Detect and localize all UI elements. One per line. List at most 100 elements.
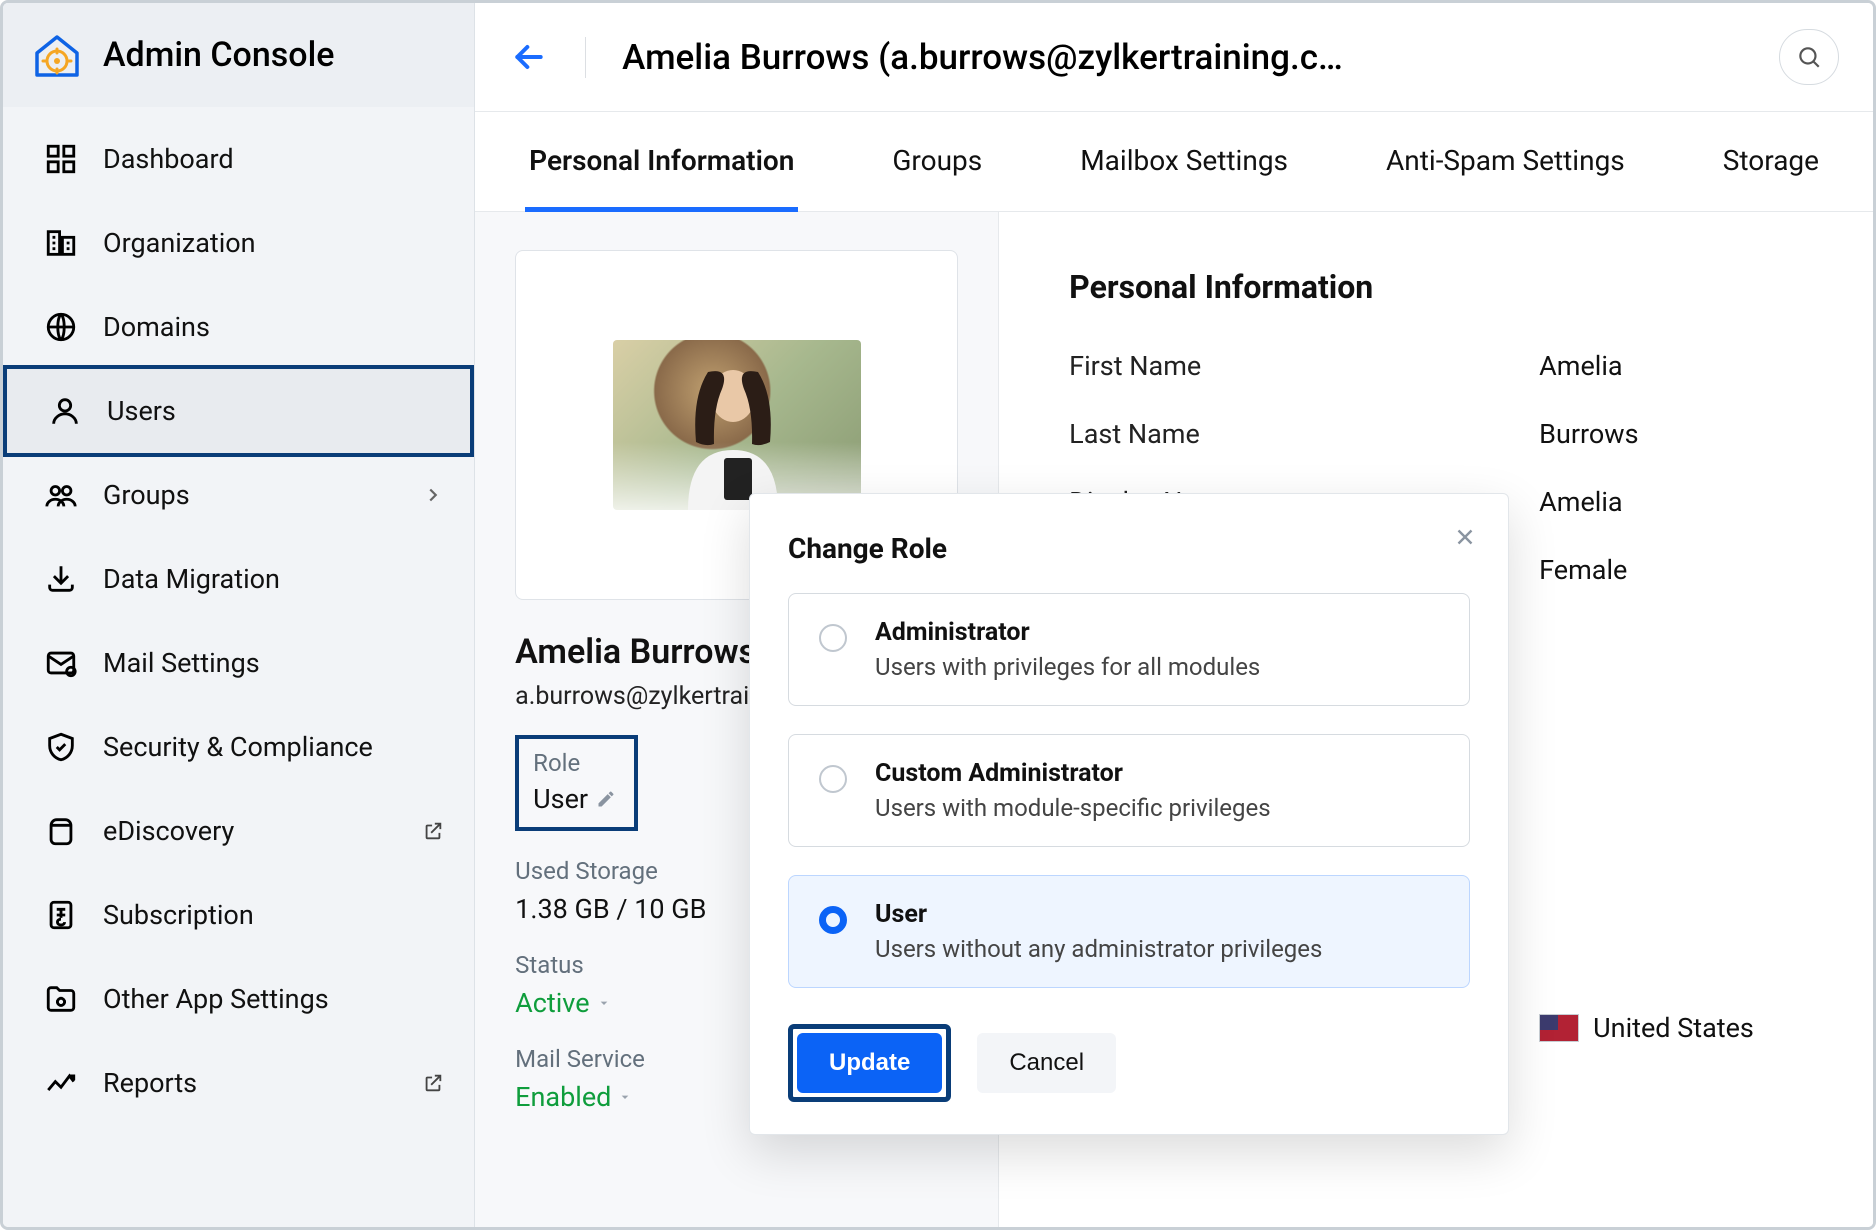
tab-label: Groups — [892, 144, 982, 177]
sidebar-item-security[interactable]: Security & Compliance — [3, 705, 474, 789]
sidebar-item-label: Dashboard — [103, 143, 234, 175]
update-button[interactable]: Update — [797, 1033, 942, 1093]
pi-val: United States — [1593, 1012, 1754, 1044]
pi-val: Amelia — [1539, 486, 1622, 518]
search-button[interactable] — [1779, 29, 1839, 85]
tab-storage[interactable]: Storage — [1719, 112, 1823, 211]
radio-icon — [819, 906, 847, 934]
pi-row-last-name: Last Name Burrows — [1069, 418, 1803, 450]
role-option-user[interactable]: User Users without any administrator pri… — [788, 875, 1470, 988]
sidebar-item-label: Other App Settings — [103, 983, 329, 1015]
sidebar-item-label: Subscription — [103, 899, 254, 931]
sidebar-item-mail-settings[interactable]: Mail Settings — [3, 621, 474, 705]
app-logo-icon — [33, 31, 81, 79]
sidebar: Admin Console Dashboard Organization Dom… — [3, 3, 475, 1227]
external-link-icon — [422, 1072, 444, 1094]
back-button[interactable] — [509, 37, 549, 77]
sidebar-item-label: Domains — [103, 311, 210, 343]
sidebar-item-subscription[interactable]: Subscription — [3, 873, 474, 957]
section-heading: Personal Information — [1069, 268, 1803, 306]
edit-icon[interactable] — [596, 789, 616, 809]
pi-val: Burrows — [1539, 418, 1638, 450]
tab-groups[interactable]: Groups — [888, 112, 986, 211]
sidebar-item-reports[interactable]: Reports — [3, 1041, 474, 1125]
modal-title: Change Role — [788, 532, 1470, 565]
sidebar-item-data-migration[interactable]: Data Migration — [3, 537, 474, 621]
pi-val: Amelia — [1539, 350, 1622, 382]
tabs: Personal Information Groups Mailbox Sett… — [475, 112, 1873, 212]
tab-personal-information[interactable]: Personal Information — [525, 112, 798, 212]
radio-icon — [819, 765, 847, 793]
update-button-highlight: Update — [788, 1024, 951, 1102]
ediscovery-icon — [43, 813, 79, 849]
option-title: Custom Administrator — [875, 759, 1271, 788]
external-link-icon — [422, 820, 444, 842]
role-value: User — [533, 783, 588, 815]
tab-label: Storage — [1723, 144, 1819, 177]
caret-down-icon[interactable] — [596, 995, 612, 1011]
sidebar-item-label: Data Migration — [103, 563, 280, 595]
mail-settings-icon — [43, 645, 79, 681]
sidebar-item-groups[interactable]: Groups — [3, 453, 474, 537]
domains-icon — [43, 309, 79, 345]
data-migration-icon — [43, 561, 79, 597]
app-title: Admin Console — [103, 35, 334, 75]
role-label: Role — [533, 749, 616, 777]
groups-icon — [43, 477, 79, 513]
role-option-custom-admin[interactable]: Custom Administrator Users with module-s… — [788, 734, 1470, 847]
caret-down-icon[interactable] — [617, 1089, 633, 1105]
sidebar-item-users[interactable]: Users — [3, 365, 474, 457]
shield-icon — [43, 729, 79, 765]
sidebar-item-label: Users — [107, 395, 176, 427]
sidebar-nav: Dashboard Organization Domains Users — [3, 107, 474, 1125]
option-desc: Users with privileges for all modules — [875, 653, 1260, 681]
tab-mailbox-settings[interactable]: Mailbox Settings — [1076, 112, 1292, 211]
sidebar-item-label: Groups — [103, 479, 190, 511]
option-title: Administrator — [875, 618, 1260, 647]
radio-icon — [819, 624, 847, 652]
reports-icon — [43, 1065, 79, 1101]
option-title: User — [875, 900, 1322, 929]
kv-value: Enabled — [515, 1081, 611, 1113]
sidebar-item-domains[interactable]: Domains — [3, 285, 474, 369]
pi-key: Last Name — [1069, 418, 1539, 450]
role-field[interactable]: Role User — [515, 735, 638, 831]
sidebar-item-dashboard[interactable]: Dashboard — [3, 117, 474, 201]
topbar: Amelia Burrows (a.burrows@zylkertraining… — [475, 3, 1873, 112]
chevron-right-icon — [422, 484, 444, 506]
sidebar-item-label: eDiscovery — [103, 815, 234, 847]
search-icon — [1796, 44, 1822, 70]
option-desc: Users without any administrator privileg… — [875, 935, 1322, 963]
other-app-settings-icon — [43, 981, 79, 1017]
avatar-photo — [613, 340, 861, 510]
modal-actions: Update Cancel — [788, 1024, 1470, 1102]
sidebar-header: Admin Console — [3, 3, 474, 107]
option-desc: Users with module-specific privileges — [875, 794, 1271, 822]
sidebar-item-organization[interactable]: Organization — [3, 201, 474, 285]
sidebar-item-label: Mail Settings — [103, 647, 260, 679]
pi-key: First Name — [1069, 350, 1539, 382]
cancel-button[interactable]: Cancel — [977, 1033, 1116, 1093]
kv-value: 1.38 GB / 10 GB — [515, 893, 706, 925]
role-option-administrator[interactable]: Administrator Users with privileges for … — [788, 593, 1470, 706]
tab-label: Personal Information — [529, 144, 794, 177]
organization-icon — [43, 225, 79, 261]
users-icon — [47, 393, 83, 429]
change-role-modal: Change Role Administrator Users with pri… — [749, 493, 1509, 1135]
tab-label: Anti-Spam Settings — [1386, 144, 1625, 177]
close-icon[interactable] — [1452, 524, 1478, 550]
dashboard-icon — [43, 141, 79, 177]
us-flag-icon — [1539, 1014, 1579, 1042]
sidebar-item-ediscovery[interactable]: eDiscovery — [3, 789, 474, 873]
kv-value: Active — [515, 987, 589, 1019]
subscription-icon — [43, 897, 79, 933]
tab-label: Mailbox Settings — [1080, 144, 1288, 177]
sidebar-item-label: Reports — [103, 1067, 197, 1099]
page-title: Amelia Burrows (a.burrows@zylkertraining… — [585, 37, 1343, 78]
pi-row-first-name: First Name Amelia — [1069, 350, 1803, 382]
sidebar-item-other-app-settings[interactable]: Other App Settings — [3, 957, 474, 1041]
pi-val: Female — [1539, 554, 1627, 586]
sidebar-item-label: Organization — [103, 227, 256, 259]
tab-anti-spam[interactable]: Anti-Spam Settings — [1382, 112, 1629, 211]
sidebar-item-label: Security & Compliance — [103, 731, 373, 763]
